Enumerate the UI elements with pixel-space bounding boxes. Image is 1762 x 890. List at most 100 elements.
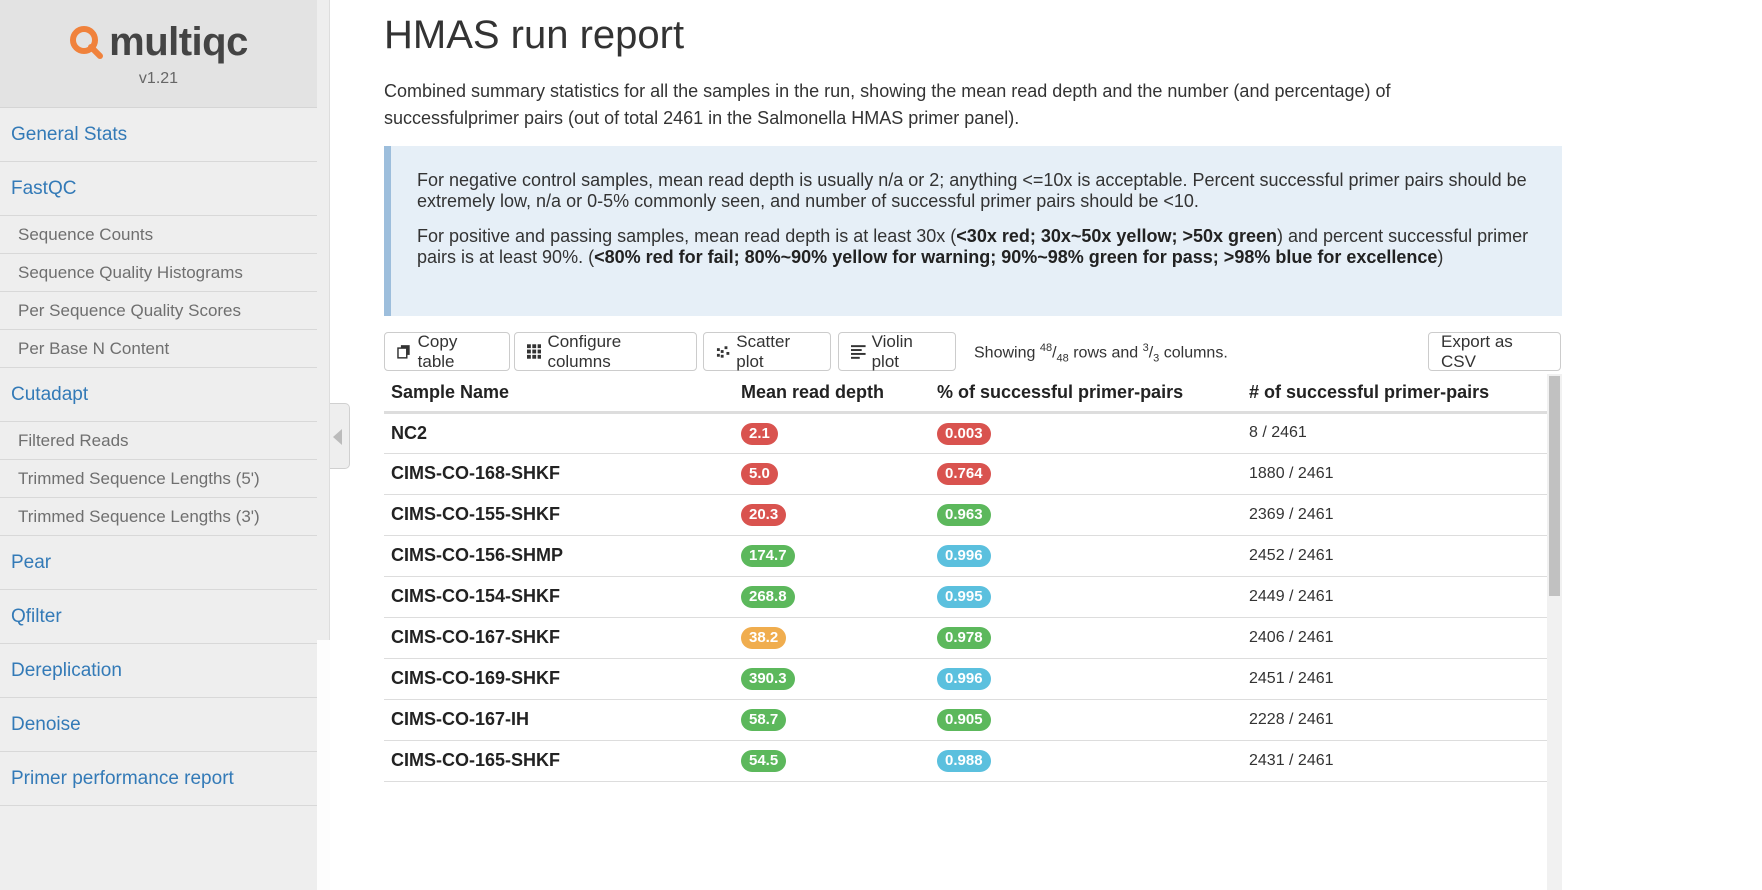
mean-read-depth-cell: 58.7 (734, 699, 930, 741)
scatter-plot-button[interactable]: Scatter plot (703, 332, 831, 371)
mean-read-depth-badge: 20.3 (741, 504, 787, 526)
sidebar: multiqc v1.21 General Stats FastQC Sequenc… (0, 0, 330, 890)
table-row: CIMS-CO-168-SHKF 5.0 0.764 1880 / 2461 (384, 453, 1547, 495)
export-csv-label: Export as CSV (1441, 331, 1513, 371)
mean-read-depth-cell: 390.3 (734, 658, 930, 700)
table-row: CIMS-CO-169-SHKF 390.3 0.996 2451 / 2461 (384, 658, 1547, 700)
app-name: multiqc (109, 20, 248, 64)
sample-name-cell: CIMS-CO-167-SHKF (384, 617, 734, 659)
mean-read-depth-cell: 5.0 (734, 453, 930, 495)
column-header-pct-successful[interactable]: % of successful primer-pairs (930, 374, 1242, 414)
num-successful-cell: 8 / 2461 (1242, 412, 1547, 454)
num-successful-cell: 1880 / 2461 (1242, 453, 1547, 495)
pct-successful-cell: 0.996 (930, 658, 1242, 700)
pct-successful-cell: 0.978 (930, 617, 1242, 659)
sidebar-item-dereplication[interactable]: Dereplication (0, 644, 317, 698)
sidebar-item-primer-performance-report[interactable]: Primer performance report (0, 752, 317, 806)
pct-successful-badge: 0.988 (937, 750, 991, 772)
table-toolbar: Copy table Configure columns Scatter plo… (384, 332, 1562, 372)
page-title: HMAS run report (384, 13, 685, 57)
pct-successful-cell: 0.963 (930, 494, 1242, 536)
sidebar-item-per-base-n-content[interactable]: Per Base N Content (0, 330, 317, 368)
scatter-plot-label: Scatter plot (736, 331, 791, 371)
pct-successful-badge: 0.995 (937, 586, 991, 608)
sample-name-cell: CIMS-CO-154-SHKF (384, 576, 734, 618)
table-scrollbar-thumb[interactable] (1549, 376, 1560, 596)
sidebar-item-denoise[interactable]: Denoise (0, 698, 317, 752)
page-description: Combined summary statistics for all the … (384, 81, 1391, 128)
sample-name-cell: CIMS-CO-169-SHKF (384, 658, 734, 700)
logo-area: multiqc v1.21 (0, 0, 317, 108)
sidebar-item-pear[interactable]: Pear (0, 536, 317, 590)
pct-successful-badge: 0.996 (937, 545, 991, 567)
table-row: NC2 2.1 0.003 8 / 2461 (384, 412, 1547, 454)
table-row: CIMS-CO-155-SHKF 20.3 0.963 2369 / 2461 (384, 494, 1547, 536)
mean-read-depth-cell: 54.5 (734, 740, 930, 782)
copy-icon (397, 345, 410, 359)
pct-successful-badge: 0.764 (937, 463, 991, 485)
mean-read-depth-cell: 20.3 (734, 494, 930, 536)
rows-columns-status: Showing 48/48 rows and 3/3 columns. (974, 342, 1228, 365)
app-version: v1.21 (138, 70, 179, 87)
scatter-icon (716, 346, 730, 358)
general-stats-table-container: Sample Name Mean read depth % of success… (384, 374, 1562, 890)
sample-name-cell: CIMS-CO-167-IH (384, 699, 734, 741)
callout-negative-controls: For negative control samples, mean read … (417, 170, 1527, 211)
sample-name-cell: CIMS-CO-156-SHMP (384, 535, 734, 577)
multiqc-logo-icon (70, 26, 104, 59)
sidebar-toggle[interactable] (330, 403, 350, 469)
mean-read-depth-cell: 2.1 (734, 412, 930, 454)
mean-read-depth-badge: 2.1 (741, 422, 778, 445)
sidebar-item-fastqc[interactable]: FastQC (0, 162, 317, 216)
info-callout: For negative control samples, mean read … (384, 146, 1562, 316)
column-header-mean-read-depth[interactable]: Mean read depth (734, 374, 930, 414)
table-row: CIMS-CO-156-SHMP 174.7 0.996 2452 / 2461 (384, 535, 1547, 577)
mean-read-depth-badge: 268.8 (741, 586, 795, 608)
sample-name-cell: CIMS-CO-155-SHKF (384, 494, 734, 536)
sidebar-item-sequence-quality-histograms[interactable]: Sequence Quality Histograms (0, 254, 317, 292)
table-row: CIMS-CO-167-IH 58.7 0.905 2228 / 2461 (384, 699, 1547, 741)
list-icon (851, 345, 866, 359)
mean-read-depth-badge: 58.7 (741, 709, 787, 731)
pct-successful-cell: 0.905 (930, 699, 1242, 741)
sidebar-item-filtered-reads[interactable]: Filtered Reads (0, 422, 317, 460)
mean-read-depth-badge: 54.5 (741, 750, 787, 772)
table-row: CIMS-CO-154-SHKF 268.8 0.995 2449 / 2461 (384, 576, 1547, 618)
sidebar-item-sequence-counts[interactable]: Sequence Counts (0, 216, 317, 254)
sidebar-item-cutadapt[interactable]: Cutadapt (0, 368, 317, 422)
sample-name-cell: CIMS-CO-168-SHKF (384, 453, 734, 495)
column-header-num-successful[interactable]: # of successful primer-pairs (1242, 374, 1547, 414)
pct-successful-cell: 0.764 (930, 453, 1242, 495)
sidebar-scrollbar[interactable] (317, 640, 330, 890)
column-header-sample-name[interactable]: Sample Name (384, 374, 734, 414)
num-successful-cell: 2369 / 2461 (1242, 494, 1547, 536)
pct-successful-badge: 0.905 (937, 709, 991, 731)
num-successful-cell: 2449 / 2461 (1242, 576, 1547, 618)
mean-read-depth-cell: 38.2 (734, 617, 930, 659)
num-successful-cell: 2451 / 2461 (1242, 658, 1547, 700)
sidebar-item-trimmed-sequence-lengths-5[interactable]: Trimmed Sequence Lengths (5') (0, 460, 317, 498)
export-csv-button[interactable]: Export as CSV (1428, 332, 1561, 371)
mean-read-depth-badge: 5.0 (741, 463, 778, 485)
mean-read-depth-cell: 174.7 (734, 535, 930, 577)
sidebar-item-qfilter[interactable]: Qfilter (0, 590, 317, 644)
pct-successful-badge: 0.996 (937, 668, 991, 690)
sidebar-item-trimmed-sequence-lengths-3[interactable]: Trimmed Sequence Lengths (3') (0, 498, 317, 536)
sidebar-item-per-sequence-quality-scores[interactable]: Per Sequence Quality Scores (0, 292, 317, 330)
chevron-left-icon (333, 429, 342, 445)
copy-table-button[interactable]: Copy table (384, 332, 510, 371)
violin-plot-label: Violin plot (871, 331, 913, 371)
general-stats-table: Sample Name Mean read depth % of success… (384, 374, 1547, 782)
multiqc-logo[interactable]: multiqc (69, 22, 248, 62)
num-successful-cell: 2406 / 2461 (1242, 617, 1547, 659)
num-successful-cell: 2431 / 2461 (1242, 740, 1547, 782)
grid-icon (527, 344, 542, 359)
configure-columns-button[interactable]: Configure columns (514, 332, 697, 371)
mean-read-depth-badge: 390.3 (741, 668, 795, 690)
mean-read-depth-badge: 174.7 (741, 545, 795, 567)
table-scrollbar[interactable] (1547, 374, 1562, 890)
sidebar-item-general-stats[interactable]: General Stats (0, 108, 317, 162)
pct-successful-cell: 0.995 (930, 576, 1242, 618)
violin-plot-button[interactable]: Violin plot (838, 332, 956, 371)
pct-successful-cell: 0.996 (930, 535, 1242, 577)
